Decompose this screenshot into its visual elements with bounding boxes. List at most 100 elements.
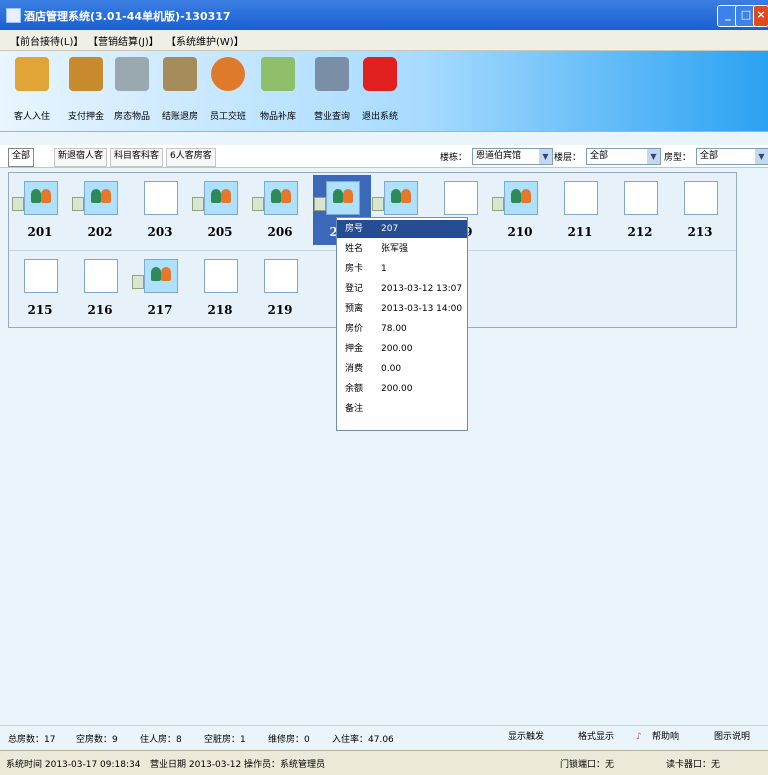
tab-all[interactable]: 全部: [8, 148, 35, 167]
occupancy-rate: 入住率：47.06: [332, 735, 394, 745]
toolbar-label: 退出系统: [361, 112, 398, 122]
tab-2[interactable]: 科目客科客: [110, 148, 164, 167]
menu-sales-settlement[interactable]: 【营销结算(J)】: [88, 33, 159, 48]
tooltip-value: 张军强: [381, 244, 409, 254]
room-tile[interactable]: 217: [131, 253, 189, 323]
occupied-room-icon: [504, 181, 538, 215]
operator: 操作员：系统管理员: [244, 760, 326, 770]
tooltip-value: 0.00: [381, 364, 402, 374]
toolbar-label: 营业查询: [313, 112, 350, 122]
tooltip-key: 押金: [345, 344, 364, 354]
tooltip-key: 姓名: [345, 244, 364, 254]
query-icon: [315, 57, 349, 91]
main-toolbar: 客人入住 支付押金 房态物品 结账退房 员工交班 物品补库 营业查询 退出系统: [0, 51, 768, 132]
vacant-rooms: 空房数：9: [76, 735, 118, 745]
room-tile[interactable]: 213: [671, 175, 729, 245]
room-number: 205: [207, 225, 233, 239]
room-card-icon: [12, 197, 24, 211]
exit-button[interactable]: 退出系统: [360, 57, 400, 127]
tooltip-row: 房卡 1: [337, 260, 467, 278]
menu-system-maintenance[interactable]: 【系统维护(W)】: [166, 33, 244, 48]
roomtype-label: 房型：: [664, 153, 692, 163]
main-window: 酒店管理系统(3.01-44单机版)-130317 _ □ × 【前台接待(L)…: [0, 0, 768, 775]
chevron-down-icon: ▼: [647, 149, 660, 164]
close-icon: ×: [756, 8, 766, 21]
room-tile[interactable]: 212: [611, 175, 669, 245]
building-select[interactable]: 恩道伯宾馆 ▼: [472, 148, 553, 165]
music-note-icon: ♪: [636, 732, 642, 742]
occupied-room-icon: [326, 181, 360, 215]
tooltip-key: 预离: [345, 304, 364, 314]
tooltip-row-header: 房号 207: [337, 220, 467, 238]
room-tile[interactable]: 201: [11, 175, 69, 245]
close-button[interactable]: ×: [753, 5, 768, 27]
room-tile[interactable]: 215: [11, 253, 69, 323]
room-card-icon: [192, 197, 204, 211]
floor-select[interactable]: 全部 ▼: [586, 148, 661, 165]
vacant-room-icon: [144, 181, 178, 215]
tab-1[interactable]: 新退宿人客: [54, 148, 108, 167]
roomtype-select[interactable]: 全部 ▼: [696, 148, 768, 165]
checkout-icon: [163, 57, 197, 91]
room-number: 217: [147, 303, 173, 317]
room-card-icon: [72, 197, 84, 211]
tooltip-row: 预离 2013-03-13 14:00: [337, 300, 467, 318]
tooltip-row: 房价 78.00: [337, 320, 467, 338]
room-tile[interactable]: 202: [71, 175, 129, 245]
occupied-room-icon: [264, 181, 298, 215]
toolbar-label: 支付押金: [67, 112, 104, 122]
tab-3[interactable]: 6人客房客: [166, 148, 216, 167]
room-tile[interactable]: 219: [251, 253, 309, 323]
show-trigger-button[interactable]: 显示触发: [508, 730, 544, 745]
floor-value: 全部: [590, 151, 609, 161]
tooltip-value: 2013-03-12 13:07: [381, 284, 463, 294]
room-card-icon: [314, 197, 326, 211]
occupied-room-icon: [84, 181, 118, 215]
guest-checkin-button[interactable]: 客人入住: [12, 57, 52, 127]
shift-handover-button[interactable]: 员工交班: [208, 57, 248, 127]
room-tile[interactable]: 206: [251, 175, 309, 245]
help-button[interactable]: 帮助响: [652, 730, 679, 745]
toolbar-label: 员工交班: [209, 112, 246, 122]
occupied-room-icon: [204, 181, 238, 215]
room-items-button[interactable]: 房态物品: [112, 57, 152, 127]
guest-checkin-icon: [15, 57, 49, 91]
deposit-button[interactable]: 支付押金: [66, 57, 106, 127]
tooltip-row: 消费 0.00: [337, 360, 467, 378]
occupied-room-icon: [24, 181, 58, 215]
toolbar-label: 物品补库: [259, 112, 296, 122]
room-tile[interactable]: 216: [71, 253, 129, 323]
room-number: 218: [207, 303, 233, 317]
title-bar: 酒店管理系统(3.01-44单机版)-130317 _ □ ×: [0, 0, 768, 30]
menu-bar: 【前台接待(L)】 【营销结算(J)】 【系统维护(W)】: [0, 30, 768, 51]
room-tile[interactable]: 218: [191, 253, 249, 323]
vacant-room-icon: [24, 259, 58, 293]
room-tile[interactable]: 205: [191, 175, 249, 245]
legend-button[interactable]: 图示说明: [714, 730, 750, 745]
stock-button[interactable]: 物品补库: [258, 57, 298, 127]
room-tile[interactable]: 211: [551, 175, 609, 245]
checkout-button[interactable]: 结账退房: [160, 57, 200, 127]
occupied-room-icon: [384, 181, 418, 215]
room-tile[interactable]: 210: [491, 175, 549, 245]
room-number: 202: [87, 225, 113, 239]
roomtype-value: 全部: [700, 151, 719, 161]
occupied-rooms: 住人房：8: [140, 735, 182, 745]
tooltip-key: 余额: [345, 384, 364, 394]
room-number: 211: [567, 225, 593, 239]
room-number: 215: [27, 303, 53, 317]
system-time: 系统时间 2013-03-17 09:18:34: [6, 760, 141, 770]
query-button[interactable]: 营业查询: [312, 57, 352, 127]
toolbar-label: 房态物品: [113, 112, 150, 122]
door-lock-port: 门锁端口：无: [560, 760, 615, 770]
tooltip-value: 207: [381, 224, 399, 234]
chevron-down-icon: ▼: [755, 149, 768, 164]
room-tile[interactable]: 203: [131, 175, 189, 245]
menu-front-desk[interactable]: 【前台接待(L)】: [10, 33, 83, 48]
chevron-down-icon: ▼: [539, 149, 552, 164]
tooltip-value: 2013-03-13 14:00: [381, 304, 463, 314]
tooltip-value: 200.00: [381, 384, 413, 394]
format-display-button[interactable]: 格式显示: [578, 730, 614, 745]
tooltip-key: 房号: [345, 224, 364, 234]
tooltip-value: 1: [381, 264, 387, 274]
